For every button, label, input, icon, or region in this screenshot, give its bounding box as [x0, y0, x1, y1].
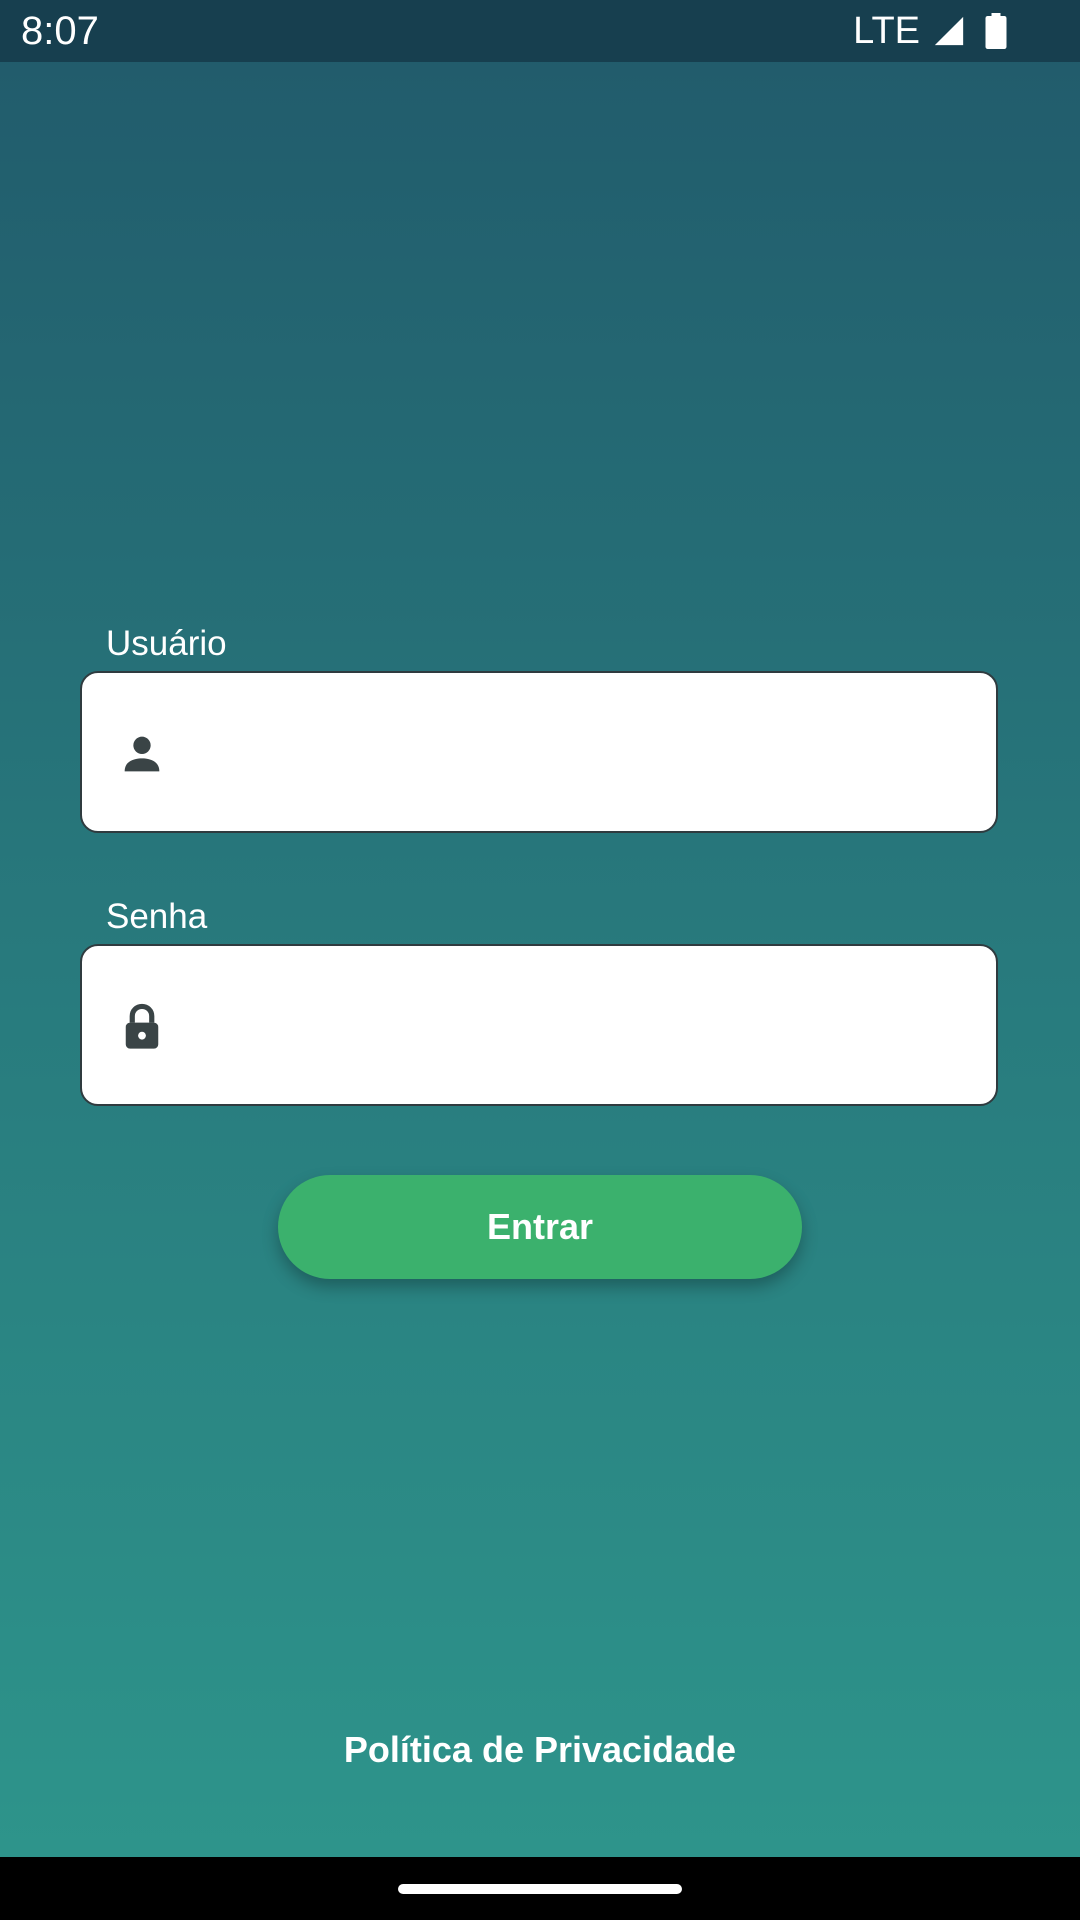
lock-icon: [125, 1003, 159, 1049]
password-label: Senha: [106, 897, 208, 936]
status-time: 8:07: [21, 9, 99, 53]
network-type: LTE: [853, 10, 920, 52]
username-field[interactable]: [80, 671, 998, 833]
password-input[interactable]: [202, 976, 976, 1078]
status-bar: 8:07 LTE: [0, 0, 1080, 62]
login-button[interactable]: Entrar: [278, 1175, 802, 1279]
password-field[interactable]: [80, 944, 998, 1106]
username-label: Usuário: [106, 624, 227, 663]
privacy-policy-link[interactable]: Política de Privacidade: [0, 1728, 1080, 1772]
navigation-bar: [0, 1857, 1080, 1920]
home-gesture-handle[interactable]: [398, 1884, 682, 1894]
person-icon: [124, 736, 160, 772]
username-input[interactable]: [202, 703, 976, 805]
login-screen: 8:07 LTE Usuário Senha Entrar Política d…: [0, 0, 1080, 1920]
battery-icon: [985, 13, 1007, 49]
status-indicators: LTE: [853, 10, 1008, 52]
signal-icon: [934, 16, 964, 46]
